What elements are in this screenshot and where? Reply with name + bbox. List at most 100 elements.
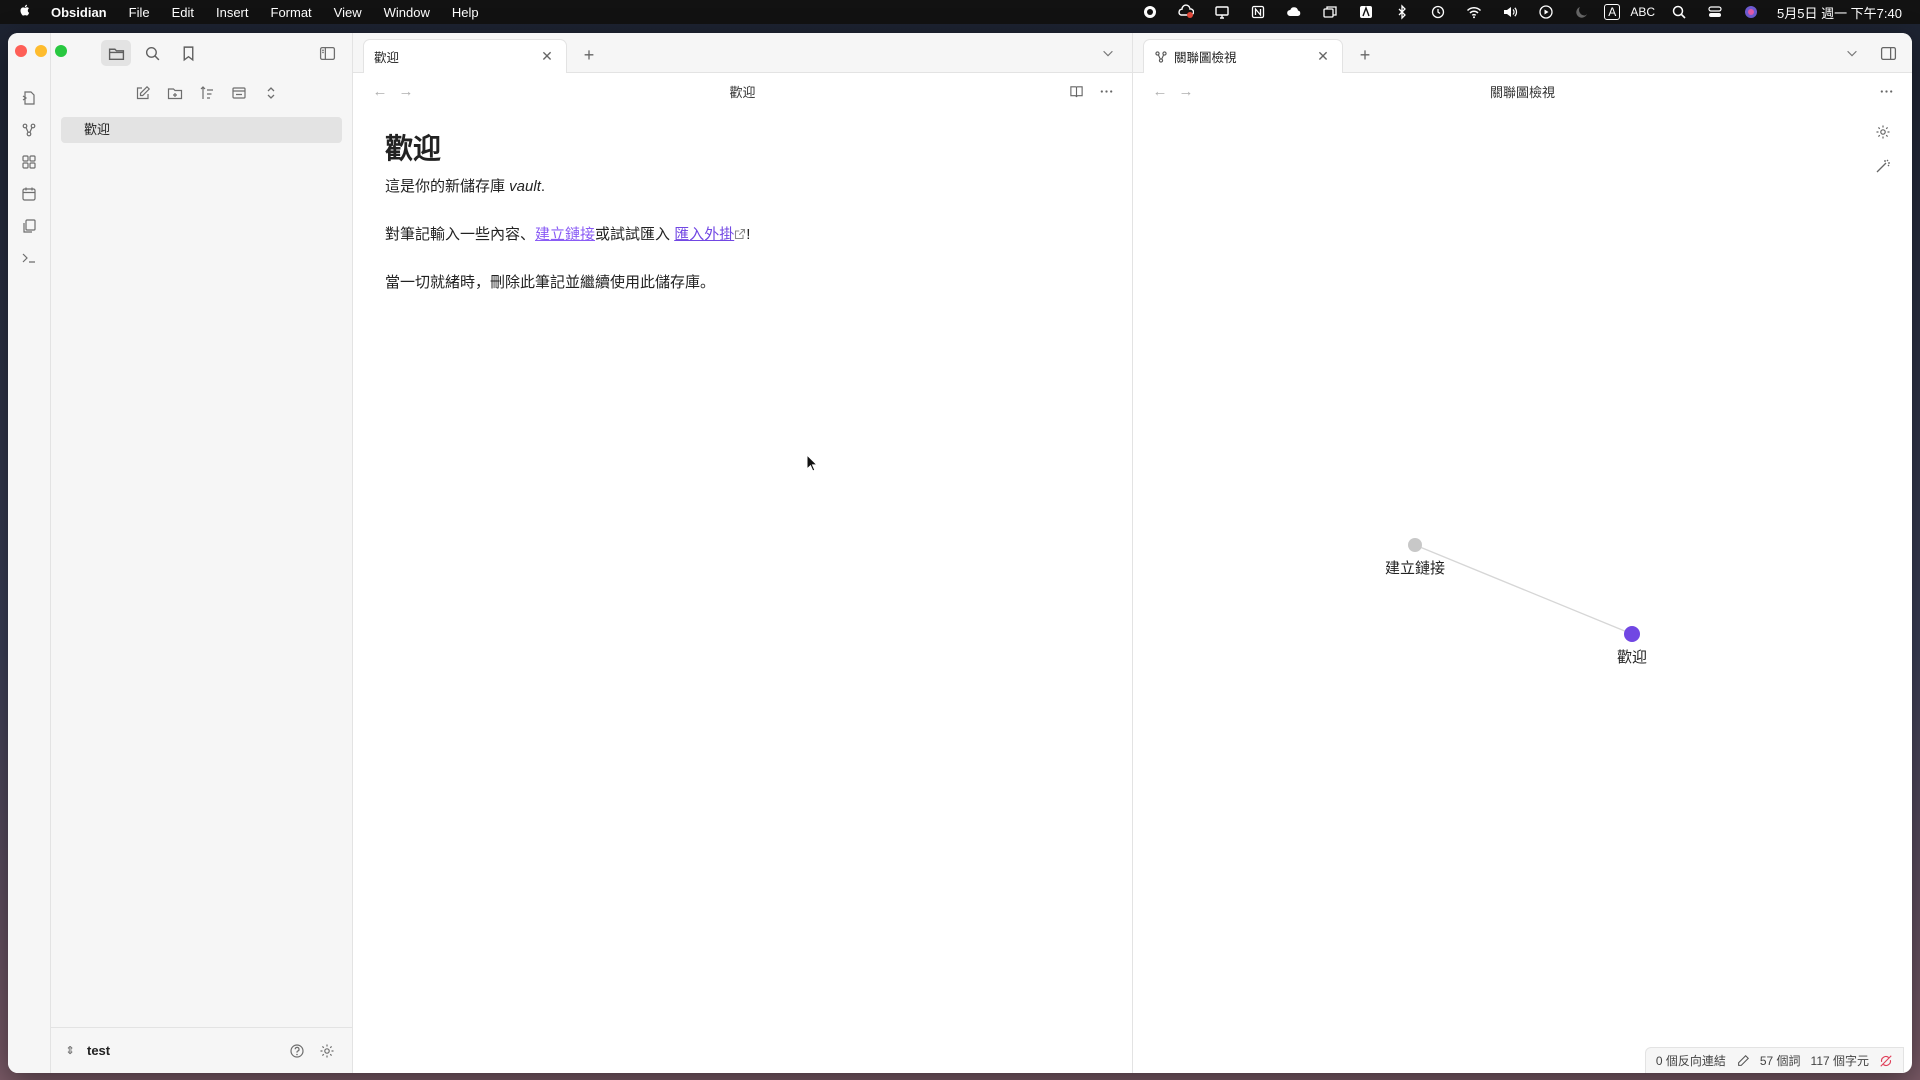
editor-tab-bar: 歡迎 ✕ + <box>353 33 1132 73</box>
daily-note-calendar-icon[interactable] <box>14 181 44 207</box>
siri-icon[interactable] <box>1733 4 1769 20</box>
bookmark-icon[interactable] <box>173 40 203 66</box>
status-bar: 0 個反向連結 57 個詞 117 個字元 <box>1644 1047 1904 1073</box>
file-item-welcome[interactable]: 歡迎 <box>61 117 342 143</box>
chevron-up-down-icon: ⇕ <box>65 1045 75 1057</box>
tab-title: 歡迎 <box>374 51 400 65</box>
time-machine-icon[interactable] <box>1420 4 1456 20</box>
search-icon[interactable] <box>137 40 167 66</box>
tab-list-chevron-icon[interactable] <box>1842 43 1862 63</box>
menu-window[interactable]: Window <box>373 5 441 20</box>
menu-bar: Obsidian File Edit Insert Format View Wi… <box>0 0 1920 24</box>
menu-format[interactable]: Format <box>260 5 323 20</box>
adobe-icon[interactable] <box>1348 4 1384 20</box>
spotlight-search-icon[interactable] <box>1661 4 1697 20</box>
focus-moon-icon[interactable] <box>1564 4 1600 20</box>
menu-app-name[interactable]: Obsidian <box>40 5 118 20</box>
status-tray: A ABC 5月5日 週一 下午7:40 <box>1132 3 1910 22</box>
record-icon[interactable] <box>1132 4 1168 20</box>
close-tab-icon[interactable]: ✕ <box>1314 48 1332 66</box>
creative-cloud-icon[interactable] <box>1168 4 1204 20</box>
menu-insert[interactable]: Insert <box>205 5 260 20</box>
external-link-icon <box>735 228 746 240</box>
navigate-forward-icon[interactable]: → <box>1173 78 1199 104</box>
collapse-sidebar-icon[interactable] <box>314 40 340 66</box>
files-folder-icon[interactable] <box>101 40 131 66</box>
command-palette-icon[interactable] <box>14 245 44 271</box>
tab-welcome[interactable]: 歡迎 ✕ <box>363 39 567 73</box>
graph-view-header: ← → 關聯圖檢視 <box>1133 73 1912 109</box>
close-tab-icon[interactable]: ✕ <box>538 48 556 66</box>
wifi-icon[interactable] <box>1456 4 1492 20</box>
sidebar-header <box>15 33 352 73</box>
display-icon[interactable] <box>1204 4 1240 20</box>
graph-edge <box>1414 544 1633 635</box>
new-tab-icon[interactable]: + <box>1351 41 1379 69</box>
menu-bar-clock[interactable]: 5月5日 週一 下午7:40 <box>1769 3 1910 22</box>
templates-copy-icon[interactable] <box>14 213 44 239</box>
volume-icon[interactable] <box>1492 4 1528 20</box>
view-title[interactable]: 歡迎 <box>353 82 1132 101</box>
obsidian-window: 歡迎 ⇕ test 歡迎 ✕ + ← → 歡迎 歡迎 這是你的新儲存庫 vaul… <box>8 33 1912 1073</box>
new-folder-icon[interactable] <box>164 82 186 104</box>
open-quick-switcher-icon[interactable] <box>14 85 44 111</box>
bluetooth-icon[interactable] <box>1384 4 1420 20</box>
left-sidebar: 歡迎 ⇕ test <box>15 33 353 1073</box>
notion-icon[interactable] <box>1240 4 1276 20</box>
menu-file[interactable]: File <box>118 5 161 20</box>
expand-right-sidebar-icon[interactable] <box>1876 41 1900 65</box>
close-window-button[interactable] <box>15 45 27 57</box>
icloud-icon[interactable] <box>1276 4 1312 20</box>
new-note-icon[interactable] <box>132 82 154 104</box>
tab-list-chevron-icon[interactable] <box>1098 43 1118 63</box>
help-icon[interactable] <box>284 1038 310 1064</box>
note-text: . <box>540 178 546 195</box>
external-link-import-plugin[interactable]: 匯入外掛 <box>674 226 734 243</box>
note-text: 這是你的新儲存庫 <box>385 178 510 195</box>
backlinks-count[interactable]: 0 個反向連結 <box>1656 1052 1726 1069</box>
mouse-cursor-icon <box>806 454 818 472</box>
menu-help[interactable]: Help <box>441 5 490 20</box>
graph-canvas[interactable]: 建立鏈接 歡迎 0 個反向連結 57 個詞 117 個字元 <box>1133 109 1912 1073</box>
apple-menu-icon[interactable] <box>10 3 40 21</box>
minimize-window-button[interactable] <box>35 45 47 57</box>
tab-graph-view[interactable]: 關聯圖檢視 ✕ <box>1143 39 1343 73</box>
input-method-abc-indicator[interactable]: ABC <box>1624 5 1661 19</box>
expand-collapse-icon[interactable] <box>260 82 282 104</box>
sync-disabled-icon[interactable] <box>1879 1054 1893 1068</box>
more-options-icon[interactable] <box>1874 79 1898 103</box>
reading-view-book-icon[interactable] <box>1064 79 1088 103</box>
file-explorer-actions <box>51 73 352 113</box>
note-text: ! <box>746 226 751 243</box>
sort-order-icon[interactable] <box>196 82 218 104</box>
canvas-icon[interactable] <box>14 149 44 175</box>
control-center-icon[interactable] <box>1697 4 1733 20</box>
play-icon[interactable] <box>1528 4 1564 20</box>
vault-switcher[interactable]: ⇕ test <box>63 1043 280 1058</box>
graph-svg: 建立鏈接 歡迎 <box>1385 538 1647 666</box>
auto-reveal-icon[interactable] <box>228 82 250 104</box>
menu-edit[interactable]: Edit <box>161 5 205 20</box>
window-manager-icon[interactable] <box>1312 4 1348 20</box>
navigate-back-icon[interactable]: ← <box>367 78 393 104</box>
settings-gear-icon[interactable] <box>314 1038 340 1064</box>
input-method-a-indicator[interactable]: A <box>1604 4 1621 20</box>
more-options-icon[interactable] <box>1094 79 1118 103</box>
internal-link-create-link[interactable]: 建立鏈接 <box>535 226 595 243</box>
note-paragraph-2: 對筆記輸入一些內容、建立鏈接或試試匯入 匯入外掛! <box>385 225 1100 245</box>
graph-node-welcome[interactable] <box>1624 626 1640 642</box>
zoom-window-button[interactable] <box>55 45 67 57</box>
graph-node-create-link[interactable] <box>1408 538 1422 552</box>
window-controls <box>15 45 67 57</box>
navigate-back-icon[interactable]: ← <box>1147 78 1173 104</box>
new-tab-icon[interactable]: + <box>575 41 603 69</box>
edit-mode-pencil-icon[interactable] <box>1736 1054 1750 1068</box>
navigate-forward-icon[interactable]: → <box>393 78 419 104</box>
note-content[interactable]: 歡迎 這是你的新儲存庫 vault. 對筆記輸入一些內容、建立鏈接或試試匯入 匯… <box>353 109 1132 339</box>
graph-icon <box>1155 50 1167 63</box>
graph-node-label: 建立鏈接 <box>1385 560 1445 577</box>
file-tree: 歡迎 <box>51 113 352 147</box>
view-title[interactable]: 關聯圖檢視 <box>1133 82 1912 101</box>
menu-view[interactable]: View <box>323 5 373 20</box>
graph-view-icon[interactable] <box>14 117 44 143</box>
